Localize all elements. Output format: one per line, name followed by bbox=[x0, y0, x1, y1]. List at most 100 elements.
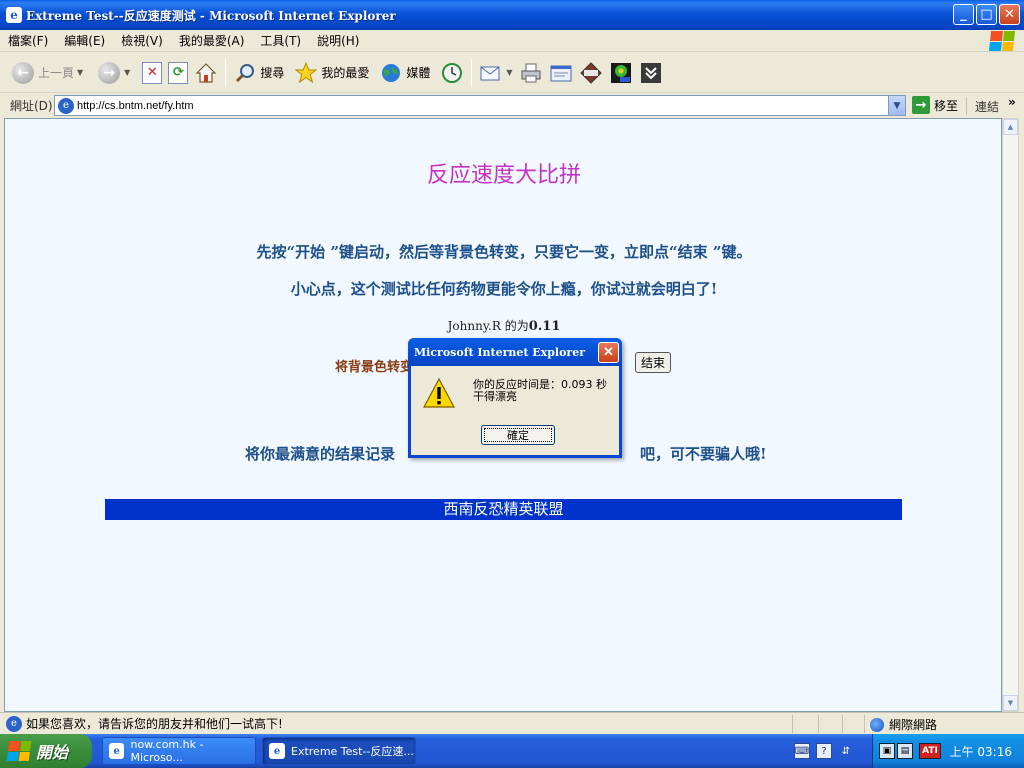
game-button[interactable] bbox=[576, 57, 606, 89]
go-arrow-icon: → bbox=[912, 96, 930, 114]
chevron-down-icon[interactable]: ▼ bbox=[77, 68, 83, 77]
help-icon[interactable]: ? bbox=[816, 743, 832, 759]
go-label: 移至 bbox=[934, 98, 959, 113]
icq-button[interactable] bbox=[606, 57, 636, 89]
stop-icon: ✕ bbox=[142, 61, 163, 84]
end-button[interactable]: 结束 bbox=[635, 352, 672, 373]
score-value: 0.11 bbox=[528, 319, 561, 334]
ie-icon: e bbox=[6, 7, 22, 23]
address-field[interactable]: e ▼ bbox=[54, 95, 906, 116]
menu-view[interactable]: 檢視(V) bbox=[113, 32, 171, 49]
search-button[interactable]: 搜尋 bbox=[230, 57, 287, 89]
address-bar: 網址(D) e ▼ → 移至 連結 » bbox=[0, 94, 1024, 117]
title-bar[interactable]: e Extreme Test--反应速度测试 - Microsoft Inter… bbox=[0, 0, 1024, 30]
home-button[interactable] bbox=[191, 57, 221, 89]
dialog-close-button[interactable]: ✕ bbox=[598, 342, 619, 363]
menu-favorites[interactable]: 我的最愛(A) bbox=[171, 32, 253, 49]
mail-icon bbox=[479, 61, 503, 85]
start-button[interactable]: 開始 bbox=[0, 734, 92, 768]
minimize-button[interactable]: _ bbox=[953, 4, 974, 25]
status-divider bbox=[864, 715, 865, 733]
edit-button[interactable] bbox=[546, 57, 576, 89]
toolbar-separator bbox=[225, 58, 227, 87]
network-icon[interactable]: ▤ bbox=[897, 743, 913, 759]
status-divider bbox=[792, 715, 793, 733]
system-tray: ▣ ▤ ATI 上午 03:16 bbox=[872, 734, 1024, 768]
media-label: 媒體 bbox=[406, 66, 431, 80]
alert-dialog: Microsoft Internet Explorer ✕ 你的反应时间是：0.… bbox=[408, 338, 622, 458]
globe-icon bbox=[870, 717, 884, 732]
windows-flag-icon bbox=[6, 741, 32, 761]
menu-file[interactable]: 檔案(F) bbox=[0, 32, 56, 49]
footer-banner: 西南反恐精英联盟 bbox=[105, 499, 902, 520]
change-color-label: 将背景色转变 bbox=[335, 360, 414, 375]
refresh-button[interactable]: ⟳ bbox=[165, 57, 191, 89]
dialog-message: 你的反应时间是：0.093 秒 干得漂亮 bbox=[473, 379, 618, 403]
dialog-title-bar[interactable]: Microsoft Internet Explorer ✕ bbox=[408, 338, 622, 366]
favorites-label: 我的最愛 bbox=[321, 66, 370, 80]
maximize-button[interactable]: □ bbox=[976, 4, 997, 25]
windows-logo-icon bbox=[988, 31, 1016, 51]
start-label: 開始 bbox=[36, 743, 69, 762]
taskbar: 開始 e now.com.hk - Microso... e Extreme T… bbox=[0, 734, 1024, 768]
links-more-icon[interactable]: » bbox=[1008, 95, 1016, 109]
instruction-line-2: 小心点，这个测试比任何药物更能令你上瘾，你试过就会明白了! bbox=[290, 280, 718, 298]
media-button[interactable]: 媒體 bbox=[376, 57, 433, 89]
taskbar-item-now[interactable]: e now.com.hk - Microso... bbox=[102, 737, 256, 765]
status-text: 如果您喜欢，请告诉您的朋友并和他们一试高下! bbox=[26, 717, 283, 731]
go-button[interactable]: → 移至 bbox=[912, 96, 958, 114]
forward-button[interactable]: → ▼ bbox=[94, 57, 133, 89]
close-button[interactable]: ✕ bbox=[999, 4, 1020, 25]
status-divider bbox=[818, 715, 819, 733]
clock[interactable]: 上午 03:16 bbox=[950, 743, 1012, 760]
chevron-down-icon[interactable]: ▼ bbox=[124, 68, 130, 77]
ie-page-icon: e bbox=[58, 97, 74, 114]
stop-button[interactable]: ✕ bbox=[139, 57, 165, 89]
best-score: Johnny.R 的为0.11 bbox=[5, 317, 1001, 334]
history-button[interactable] bbox=[437, 57, 467, 89]
back-button[interactable]: ← 上一頁 ▼ bbox=[8, 57, 86, 89]
chevron-down-icon[interactable]: ▼ bbox=[506, 68, 512, 77]
ati-icon[interactable]: ATI bbox=[919, 743, 941, 759]
dialog-message-line-2: 干得漂亮 bbox=[473, 390, 517, 403]
download-icon bbox=[639, 61, 663, 85]
ie-icon: e bbox=[269, 743, 285, 759]
taskbar-item-extreme-test[interactable]: e Extreme Test--反应速... bbox=[262, 737, 416, 765]
security-zone: 網際網路 bbox=[870, 716, 937, 733]
toolbar: ← 上一頁 ▼ → ▼ ✕ ⟳ 搜尋 我的最愛 媒體 ▼ bbox=[0, 53, 1024, 93]
star-icon bbox=[294, 61, 318, 85]
back-label: 上一頁 bbox=[38, 66, 75, 80]
scroll-up-icon[interactable]: ▲ bbox=[1003, 119, 1018, 135]
record-text-left: 将你最满意的结果记录 bbox=[245, 445, 396, 463]
taskbar-item-label: Extreme Test--反应速... bbox=[291, 745, 414, 758]
address-input[interactable] bbox=[77, 99, 888, 112]
ie-icon: e bbox=[109, 743, 125, 759]
warning-icon bbox=[422, 377, 456, 408]
back-arrow-icon: ← bbox=[12, 61, 34, 84]
mail-button[interactable]: ▼ bbox=[476, 57, 515, 89]
print-icon bbox=[519, 61, 543, 85]
download-button[interactable] bbox=[636, 57, 666, 89]
ie-page-icon: e bbox=[6, 715, 22, 732]
chevron-down-icon[interactable]: ▼ bbox=[888, 96, 905, 115]
home-icon bbox=[194, 61, 218, 85]
menu-tools[interactable]: 工具(T) bbox=[252, 32, 309, 49]
instruction-line-1: 先按“开始 ”键启动，然后等背景色转变，只要它一变，立即点“结束 ”键。 bbox=[256, 243, 752, 261]
taskbar-item-label: now.com.hk - Microso... bbox=[130, 738, 204, 764]
scroll-down-icon[interactable]: ▼ bbox=[1003, 695, 1018, 711]
zone-label: 網際網路 bbox=[889, 718, 938, 732]
print-button[interactable] bbox=[516, 57, 546, 89]
ok-button[interactable]: 確定 bbox=[481, 425, 555, 445]
record-text-right: 吧，可不要骗人哦! bbox=[640, 445, 767, 463]
search-icon bbox=[233, 61, 257, 85]
links-button[interactable]: 連結 bbox=[966, 98, 999, 115]
favorites-button[interactable]: 我的最愛 bbox=[291, 57, 372, 89]
language-icon[interactable]: ⇵ bbox=[838, 743, 854, 759]
menu-edit[interactable]: 編輯(E) bbox=[56, 32, 113, 49]
vertical-scrollbar[interactable]: ▲ ▼ bbox=[1002, 118, 1019, 712]
menu-help[interactable]: 說明(H) bbox=[309, 32, 367, 49]
score-name: Johnny.R 的为 bbox=[447, 319, 529, 333]
window-controls: _ □ ✕ bbox=[953, 4, 1020, 25]
tray-app-icon[interactable]: ▣ bbox=[879, 743, 895, 759]
keyboard-icon[interactable]: ⌨ bbox=[794, 743, 810, 759]
